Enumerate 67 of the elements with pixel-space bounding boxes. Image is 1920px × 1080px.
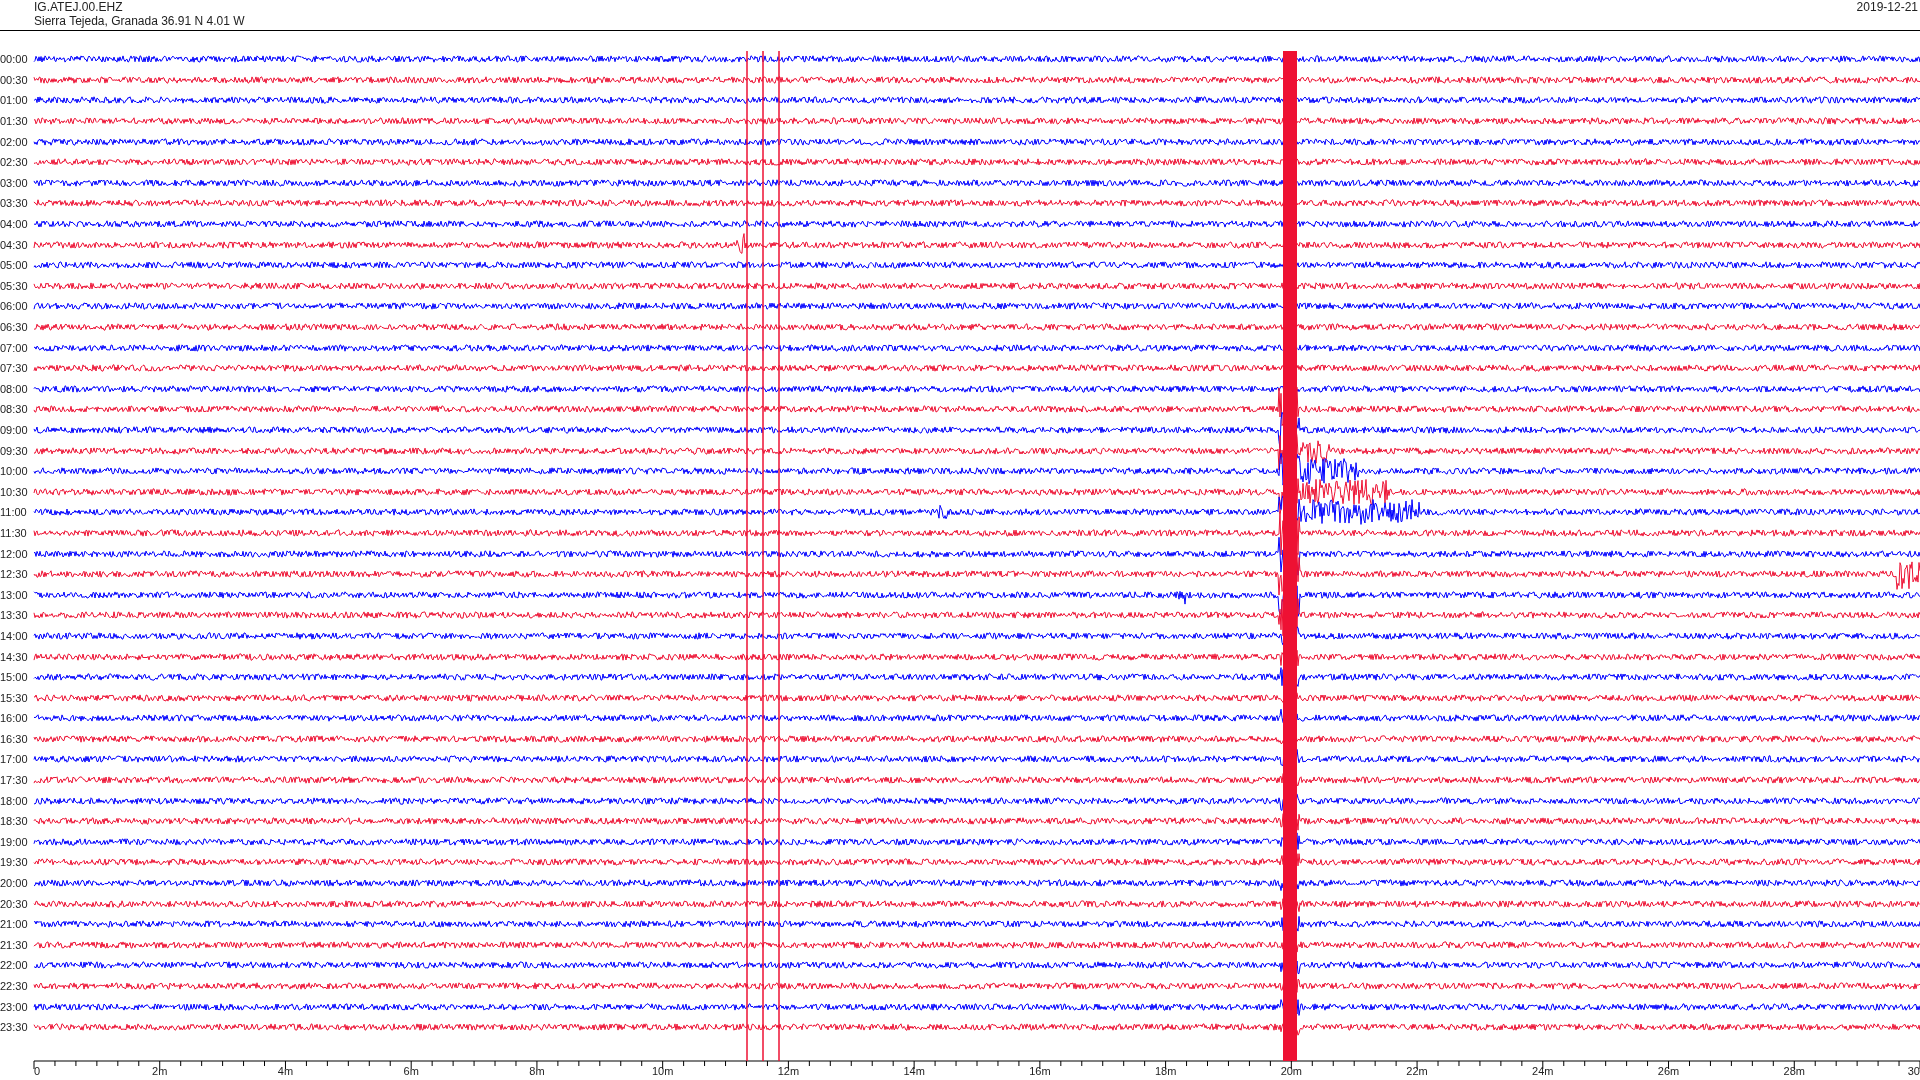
axis-label: 2m <box>152 1064 168 1077</box>
time-label: 10:30 <box>0 485 29 498</box>
time-label: 09:00 <box>0 424 29 436</box>
time-label: 00:00 <box>0 53 29 66</box>
time-label: 07:00 <box>0 341 29 354</box>
time-label: 09:30 <box>0 444 29 457</box>
time-label: 04:00 <box>0 218 29 231</box>
time-label: 02:00 <box>0 135 29 148</box>
time-label: 04:30 <box>0 238 29 251</box>
time-label: 17:30 <box>0 774 29 787</box>
axis-label: 8m <box>529 1064 545 1077</box>
time-label: 05:00 <box>0 259 29 272</box>
axis-label: 22m <box>1406 1064 1428 1077</box>
time-label: 13:30 <box>0 609 29 622</box>
time-label: 08:30 <box>0 403 29 416</box>
time-label: 23:00 <box>0 1000 29 1013</box>
time-label: 06:30 <box>0 321 29 333</box>
time-label: 00:30 <box>0 73 29 86</box>
time-label: 12:30 <box>0 568 29 581</box>
time-label: 16:30 <box>0 732 29 745</box>
axis-label: 16m <box>1029 1064 1051 1077</box>
time-label: 03:00 <box>0 176 29 189</box>
time-label: 21:00 <box>0 918 29 931</box>
station-location: Sierra Tejeda, Granada 36.91 N 4.01 W <box>34 14 245 28</box>
time-label: 18:30 <box>0 815 29 828</box>
time-label: 14:00 <box>0 629 29 642</box>
time-label: 12:00 <box>0 547 29 560</box>
time-label: 22:00 <box>0 959 29 972</box>
time-label: 03:30 <box>0 197 29 210</box>
time-label: 10:00 <box>0 465 29 478</box>
time-label: 19:00 <box>0 835 29 848</box>
time-label: 11:00 <box>0 506 28 519</box>
axis-label: 28m <box>1783 1064 1805 1077</box>
date-label: 2019-12-21 <box>1856 0 1918 14</box>
axis-label: 30 <box>1907 1064 1920 1077</box>
axis-label: 12m <box>777 1064 800 1077</box>
time-label: 02:30 <box>0 156 29 169</box>
time-label: 01:30 <box>0 115 29 128</box>
time-label: 14:30 <box>0 650 29 663</box>
time-label: 15:00 <box>0 671 29 684</box>
axis-label: 20m <box>1280 1064 1303 1077</box>
time-label: 19:30 <box>0 856 29 869</box>
axis-label: 4m <box>277 1064 294 1077</box>
time-label: 22:30 <box>0 980 29 992</box>
time-label: 06:00 <box>0 300 29 313</box>
time-label: 05:30 <box>0 279 29 292</box>
time-label: 13:00 <box>0 588 29 601</box>
axis-label: 10m <box>651 1064 674 1077</box>
time-label: 23:30 <box>0 1021 29 1034</box>
time-label: 11:30 <box>0 526 28 539</box>
time-label: 20:30 <box>0 897 29 910</box>
time-label: 07:30 <box>0 362 29 375</box>
axis-label: 14m <box>903 1064 925 1077</box>
time-label: 17:00 <box>0 753 29 766</box>
time-label: 18:00 <box>0 794 29 807</box>
axis-label: 26m <box>1657 1064 1680 1077</box>
axis-label: 24m <box>1532 1064 1554 1077</box>
time-label: 21:30 <box>0 938 29 951</box>
axis-label: 6m <box>403 1064 419 1077</box>
time-label: 15:30 <box>0 691 29 704</box>
axis-label: 18m <box>1154 1064 1177 1077</box>
axis-label: 0 <box>34 1064 41 1077</box>
time-label: 16:00 <box>0 712 29 725</box>
station-code: IG.ATEJ.00.EHZ <box>34 0 124 14</box>
time-label: 01:00 <box>0 94 29 107</box>
time-label: 20:00 <box>0 877 29 890</box>
time-label: 08:00 <box>0 382 29 395</box>
